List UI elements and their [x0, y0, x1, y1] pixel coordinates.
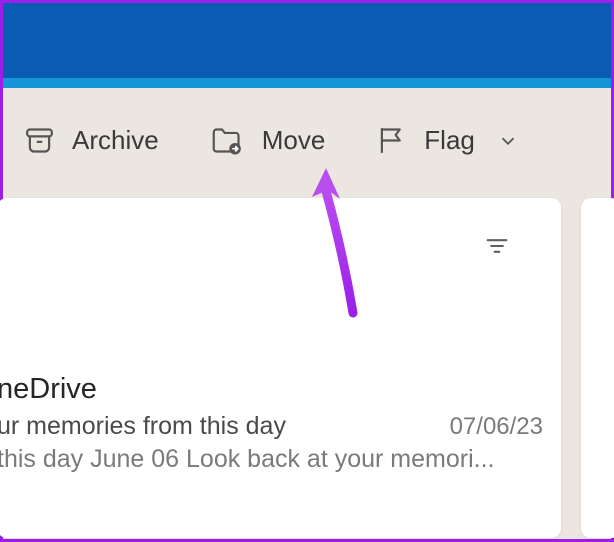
app-header	[3, 3, 611, 78]
flag-icon	[375, 124, 408, 157]
flag-label: Flag	[424, 125, 475, 156]
email-date: 07/06/23	[450, 413, 543, 441]
message-list-panel: neDrive ur memories from this day 07/06/…	[0, 198, 561, 538]
chevron-down-icon	[497, 130, 519, 152]
filter-button[interactable]	[483, 232, 511, 265]
email-list-item[interactable]: neDrive ur memories from this day 07/06/…	[0, 373, 561, 474]
archive-icon	[23, 124, 56, 157]
move-button[interactable]: Move	[209, 124, 326, 157]
archive-button[interactable]: Archive	[23, 124, 159, 157]
reading-pane	[581, 198, 614, 538]
move-folder-icon	[209, 124, 246, 157]
action-toolbar: Archive Move Flag	[3, 88, 611, 193]
move-label: Move	[262, 125, 326, 156]
archive-label: Archive	[72, 125, 159, 156]
email-subject: ur memories from this day	[0, 412, 286, 441]
email-sender: neDrive	[0, 373, 543, 406]
email-preview: this day June 06 Look back at your memor…	[0, 445, 543, 474]
header-accent	[3, 78, 611, 88]
flag-button[interactable]: Flag	[375, 124, 519, 157]
